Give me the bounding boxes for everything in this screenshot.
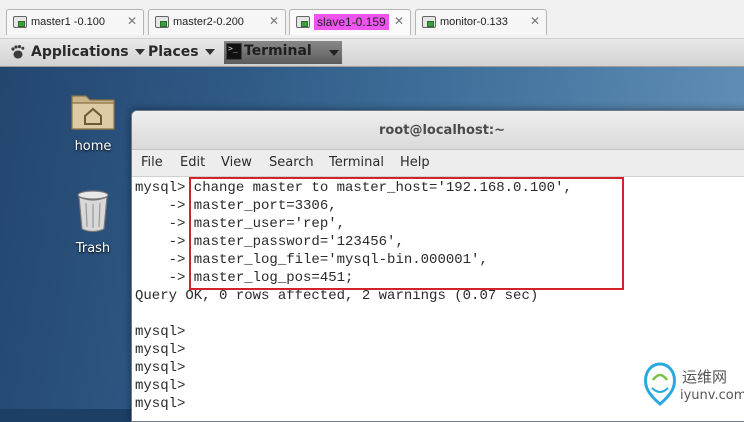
desktop-icon-label: home xyxy=(74,139,112,154)
gnome-foot-icon xyxy=(10,44,26,60)
home-folder-icon xyxy=(70,89,116,131)
applications-menu[interactable]: Applications xyxy=(10,44,145,60)
watermark-cn: 运维网 xyxy=(682,368,728,386)
vm-tab-monitor[interactable]: monitor-0.133 ✕ xyxy=(415,9,547,35)
menu-help[interactable]: Help xyxy=(400,155,430,170)
desktop-icon-home[interactable]: home xyxy=(53,89,133,154)
vm-tab-slave1[interactable]: slave1-0.159 ✕ xyxy=(289,9,411,35)
terminal-line: mysql> xyxy=(135,324,186,340)
close-icon[interactable]: ✕ xyxy=(394,13,404,29)
terminal-launcher-label: Terminal xyxy=(244,43,312,59)
vm-tab-master2[interactable]: master2-0.200 ✕ xyxy=(148,9,286,35)
chevron-down-icon xyxy=(134,49,145,55)
menu-edit[interactable]: Edit xyxy=(180,155,205,170)
vm-tab-label: master1 -0.100 xyxy=(31,16,105,28)
trash-icon xyxy=(74,189,112,233)
vm-icon xyxy=(13,16,27,28)
terminal-menubar: File Edit View Search Terminal Help xyxy=(132,150,744,177)
terminal-launcher[interactable]: >_ Terminal xyxy=(224,41,342,64)
close-icon[interactable]: ✕ xyxy=(530,13,540,29)
menu-view[interactable]: View xyxy=(221,155,252,170)
vm-tab-bar: master1 -0.100 ✕ master2-0.200 ✕ slave1-… xyxy=(0,0,744,39)
desktop-icon-trash[interactable]: Trash xyxy=(53,189,133,256)
window-title: root@localhost:~ xyxy=(378,123,506,138)
applications-menu-label: Applications xyxy=(31,44,129,60)
watermark-en: iyunv.com xyxy=(680,388,744,403)
vm-tab-label: monitor-0.133 xyxy=(440,16,508,28)
vm-icon xyxy=(422,16,436,28)
places-menu-label: Places xyxy=(148,44,199,60)
terminal-icon: >_ xyxy=(226,43,242,60)
menu-terminal[interactable]: Terminal xyxy=(329,155,384,170)
watermark: 运维网 iyunv.com xyxy=(640,360,744,409)
menu-search[interactable]: Search xyxy=(269,155,314,170)
window-titlebar[interactable]: root@localhost:~ xyxy=(132,111,744,150)
terminal-line: mysql> xyxy=(135,342,186,358)
watermark-logo-icon xyxy=(640,362,680,406)
chevron-down-icon xyxy=(329,50,339,56)
vm-icon xyxy=(296,16,310,28)
vm-icon xyxy=(155,16,169,28)
chevron-down-icon xyxy=(204,49,215,55)
places-menu[interactable]: Places xyxy=(148,44,215,60)
close-icon[interactable]: ✕ xyxy=(269,13,279,29)
terminal-line: mysql> xyxy=(135,378,186,394)
close-icon[interactable]: ✕ xyxy=(127,13,137,29)
vm-tab-label: master2-0.200 xyxy=(173,16,244,28)
desktop-icon-label: Trash xyxy=(75,241,111,256)
terminal-line: mysql> xyxy=(135,396,186,412)
menu-file[interactable]: File xyxy=(141,155,163,170)
vm-tab-master1[interactable]: master1 -0.100 ✕ xyxy=(6,9,144,35)
vm-tab-label: slave1-0.159 xyxy=(314,14,389,30)
top-panel: Applications Places xyxy=(0,39,744,67)
highlight-box xyxy=(189,177,624,290)
terminal-line: mysql> xyxy=(135,360,186,376)
